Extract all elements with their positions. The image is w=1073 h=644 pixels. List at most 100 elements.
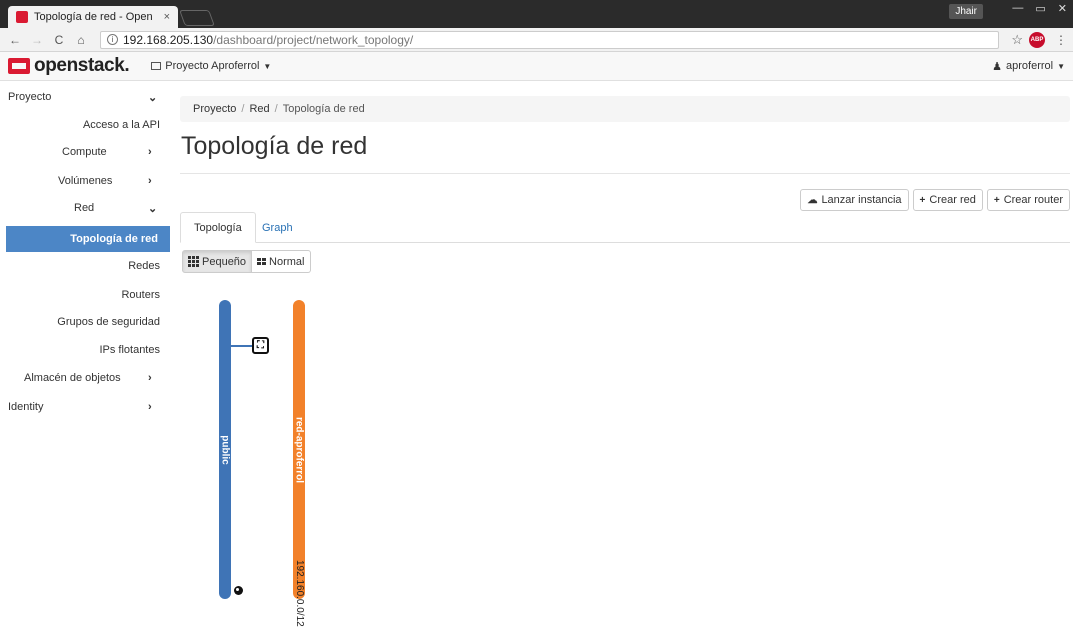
divider	[180, 173, 1070, 174]
project-label: Proyecto Aproferrol	[165, 60, 260, 72]
sidebar-item-compute[interactable]: Compute ›	[0, 139, 172, 165]
home-icon[interactable]: ⌂	[72, 33, 90, 47]
caret-down-icon: ▼	[263, 61, 272, 71]
minimize-icon[interactable]: —	[1012, 2, 1023, 15]
window-controls: — ▭ ✕	[1012, 2, 1067, 15]
window-user-badge[interactable]: Jhair	[949, 4, 983, 19]
sidebar-item-label: Proyecto	[8, 91, 52, 103]
browser-menu-icon[interactable]: ⋮	[1055, 33, 1067, 47]
sidebar-item-redes[interactable]: Redes	[0, 253, 172, 279]
page-title: Topología de red	[181, 132, 368, 160]
close-window-icon[interactable]: ✕	[1058, 2, 1067, 15]
chevron-right-icon: ›	[148, 175, 152, 187]
sidebar-item-label: Routers	[121, 289, 160, 301]
sidebar-item-topologia-de-red[interactable]: Topología de red	[6, 226, 170, 252]
chevron-down-icon: ⌄	[148, 91, 158, 104]
sidebar-item-identity[interactable]: Identity ›	[0, 394, 172, 420]
launch-instance-label: Lanzar instancia	[821, 194, 902, 206]
network-label: public	[219, 434, 231, 465]
info-icon[interactable]: i	[107, 34, 118, 45]
breadcrumb-proyecto[interactable]: Proyecto	[193, 103, 236, 115]
openstack-logo-icon[interactable]	[8, 58, 30, 74]
maximize-icon[interactable]: ▭	[1035, 2, 1045, 15]
tab-graph[interactable]: Graph	[249, 212, 306, 243]
sidebar-item-red[interactable]: Red ⌄	[0, 195, 172, 221]
caret-down-icon: ▼	[1057, 61, 1065, 71]
reload-icon[interactable]: C	[50, 33, 68, 47]
url-path: /dashboard/project/network_topology/	[213, 32, 414, 47]
breadcrumb-separator: /	[274, 103, 278, 115]
size-toggle: Pequeño Normal	[182, 250, 311, 273]
back-arrow-icon[interactable]: ←	[6, 33, 24, 47]
topology-tabs: Topología Graph	[180, 212, 1070, 243]
globe-icon	[234, 586, 243, 595]
new-tab-button[interactable]	[179, 10, 215, 26]
network-red-aproferrol[interactable]: red-aproferrol	[293, 300, 305, 599]
grid-large-icon	[257, 258, 267, 265]
chevron-down-icon: ⌄	[148, 202, 158, 215]
url-host: 192.168.205.130	[123, 32, 214, 47]
user-label: aproferrol	[1006, 60, 1054, 72]
chevron-right-icon: ›	[148, 146, 152, 158]
forward-arrow-icon[interactable]: →	[28, 33, 46, 47]
sidebar-item-grupos-de-seguridad[interactable]: Grupos de seguridad	[0, 309, 172, 335]
sidebar-item-label: IPs flotantes	[99, 344, 160, 356]
create-network-button[interactable]: + Crear red	[912, 189, 983, 211]
sidebar-item-volumenes[interactable]: Volúmenes ›	[0, 168, 172, 194]
breadcrumb-current: Topología de red	[282, 103, 365, 115]
sidebar-item-acceso-api[interactable]: Acceso a la API	[0, 112, 172, 138]
app-header: openstack. Proyecto Aproferrol ▼ ♟ aprof…	[0, 52, 1073, 81]
create-router-label: Crear router	[1003, 194, 1063, 206]
sidebar-item-label: Red	[74, 202, 95, 214]
router-icon[interactable]: ⛶	[252, 337, 269, 354]
address-bar[interactable]: i 192.168.205.130/dashboard/project/netw…	[100, 30, 1000, 49]
sidebar-item-label: Grupos de seguridad	[57, 316, 160, 328]
browser-toolbar: ← → C ⌂ i 192.168.205.130/dashboard/proj…	[0, 28, 1073, 52]
breadcrumb-red[interactable]: Red	[249, 103, 269, 115]
project-icon	[151, 62, 162, 70]
openstack-logo-text[interactable]: openstack.	[34, 55, 130, 77]
sidebar-item-label: Redes	[128, 260, 160, 272]
normal-size-button[interactable]: Normal	[252, 250, 311, 273]
sidebar-item-almacen-de-objetos[interactable]: Almacén de objetos ›	[0, 365, 172, 391]
router-link	[231, 345, 253, 347]
adblock-icon[interactable]: ABP	[1029, 31, 1045, 48]
breadcrumb: Proyecto / Red / Topología de red	[180, 96, 1070, 122]
bookmark-star-icon[interactable]: ☆	[1011, 32, 1023, 48]
user-icon: ♟	[992, 60, 1002, 73]
project-switcher[interactable]: Proyecto Aproferrol ▼	[151, 60, 271, 72]
create-router-button[interactable]: + Crear router	[986, 189, 1070, 211]
sidebar-item-label: Identity	[8, 401, 44, 413]
browser-tab[interactable]: Topología de red - Open ×	[8, 6, 178, 28]
small-size-label: Pequeño	[202, 255, 247, 268]
chevron-right-icon: ›	[148, 401, 152, 413]
network-cidr: 192.160.0.0/12	[294, 560, 305, 627]
launch-instance-button[interactable]: ☁ Lanzar instancia	[800, 189, 909, 211]
sidebar-item-proyecto[interactable]: Proyecto ⌄	[0, 84, 172, 110]
plus-icon: +	[919, 194, 926, 206]
sidebar-item-label: Acceso a la API	[82, 119, 160, 131]
sidebar-item-label: Almacén de objetos	[24, 372, 121, 384]
action-buttons: ☁ Lanzar instancia + Crear red + Crear r…	[800, 189, 1070, 211]
grid-small-icon	[188, 256, 199, 267]
user-menu[interactable]: ♟ aproferrol ▼	[992, 60, 1065, 73]
breadcrumb-separator: /	[241, 103, 245, 115]
sidebar-item-label: Topología de red	[70, 233, 158, 245]
plus-icon: +	[993, 194, 1000, 206]
normal-size-label: Normal	[269, 255, 305, 268]
small-size-button[interactable]: Pequeño	[182, 250, 253, 273]
sidebar: Proyecto ⌄ Acceso a la API Compute › Vol…	[0, 81, 172, 644]
sidebar-item-routers[interactable]: Routers	[0, 282, 172, 308]
tab-close-icon[interactable]: ×	[164, 11, 170, 23]
sidebar-item-label: Volúmenes	[58, 175, 113, 187]
sidebar-item-ips-flotantes[interactable]: IPs flotantes	[0, 337, 172, 363]
network-label: red-aproferrol	[293, 416, 305, 483]
tab-title: Topología de red - Open	[34, 11, 153, 23]
create-network-label: Crear red	[929, 194, 976, 206]
chevron-right-icon: ›	[148, 372, 152, 384]
sidebar-item-label: Compute	[62, 146, 107, 158]
tab-topologia[interactable]: Topología	[180, 212, 256, 243]
openstack-favicon-icon	[16, 11, 28, 23]
network-public[interactable]: public	[219, 300, 231, 599]
browser-titlebar: Topología de red - Open × Jhair — ▭ ✕	[0, 0, 1073, 28]
